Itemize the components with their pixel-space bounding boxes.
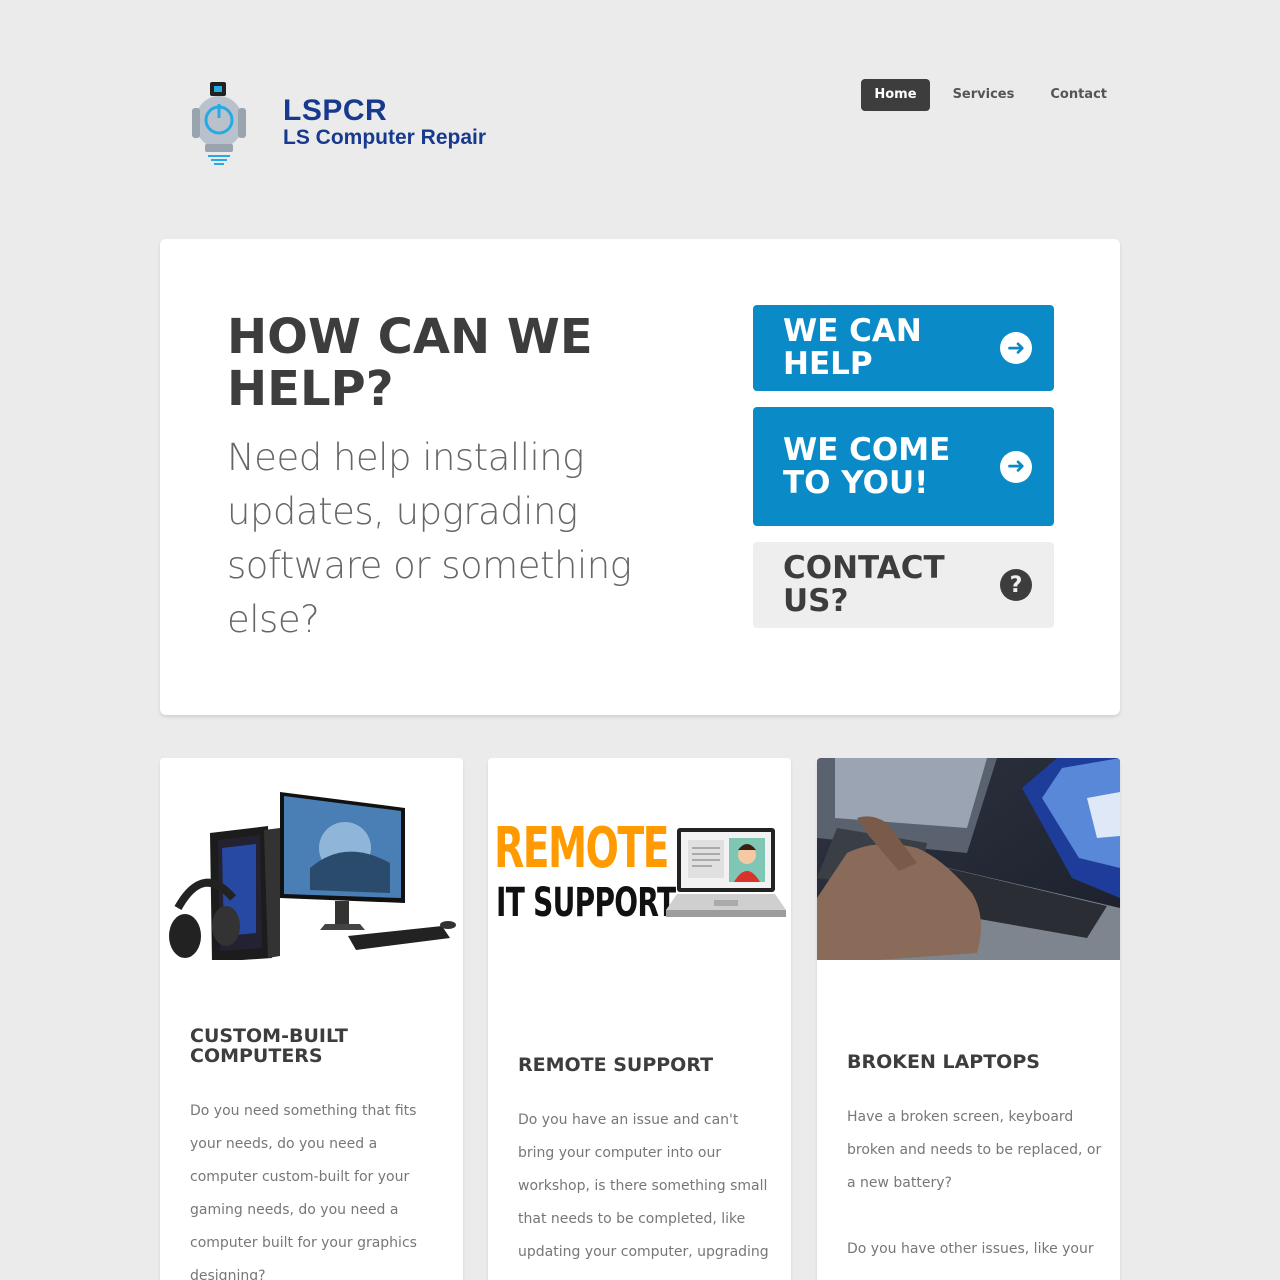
service-card-broken-laptops: BROKEN LAPTOPS Have a broken screen, key… <box>817 758 1120 1280</box>
card-body: Do you need something that fits your nee… <box>190 1103 417 1280</box>
card-body: Have a broken screen, keyboard broken an… <box>847 1109 1102 1191</box>
main-nav: Home Services Contact <box>851 79 1120 111</box>
contact-us-button[interactable]: CONTACT US? ? <box>753 542 1054 628</box>
hero-title: HOW CAN WE HELP? <box>227 309 593 417</box>
gaming-pc-image <box>160 758 463 960</box>
we-can-help-label: WE CAN HELP <box>783 313 922 382</box>
brand-logo[interactable]: LSPCR LS Computer Repair <box>190 78 486 168</box>
laptop-icon <box>666 828 786 917</box>
power-robot-icon <box>192 82 246 165</box>
arrow-right-icon: ➜ <box>1000 332 1032 364</box>
service-card-remote-support: REMOTE IT SUPPORT REMOTE SUPPORT Do you … <box>488 758 791 1280</box>
hero-subtitle: Need help installing updates, upgrading … <box>227 436 632 641</box>
hero-panel: HOW CAN WE HELP? Need help installing up… <box>160 239 1120 715</box>
brand-title: LSPCR <box>283 94 388 127</box>
laptop-typing-photo <box>817 758 1120 960</box>
remote-it-support-image: REMOTE IT SUPPORT <box>488 758 791 960</box>
card-title: BROKEN LAPTOPS <box>847 1051 1040 1073</box>
nav-item-home[interactable]: Home <box>861 79 930 111</box>
service-card-custom-built: CUSTOM-BUILT COMPUTERS Do you need somet… <box>160 758 463 1280</box>
contact-us-label: CONTACT US? <box>783 550 945 619</box>
card-title: CUSTOM-BUILT COMPUTERS <box>190 1025 348 1067</box>
card-body: Do you have an issue and can't bring you… <box>518 1112 769 1260</box>
card-title: REMOTE SUPPORT <box>518 1054 714 1076</box>
we-come-to-you-label: WE COME TO YOU! <box>783 431 951 501</box>
brand-text: LSPCR LS Computer Repair <box>283 96 486 150</box>
we-come-to-you-button[interactable]: WE COME TO YOU! ➜ <box>753 407 1054 526</box>
card-body-secondary: Do you have other issues, like your <box>847 1241 1094 1257</box>
it-support-image-text: IT SUPPORT <box>496 880 676 926</box>
nav-item-contact[interactable]: Contact <box>1037 79 1120 111</box>
arrow-right-icon: ➜ <box>1000 450 1032 483</box>
we-can-help-button[interactable]: WE CAN HELP ➜ <box>753 305 1054 391</box>
remote-image-text: REMOTE <box>494 816 670 881</box>
question-icon: ? <box>1000 569 1032 601</box>
nav-item-services[interactable]: Services <box>940 79 1028 111</box>
brand-subtitle: LS Computer Repair <box>283 126 487 149</box>
